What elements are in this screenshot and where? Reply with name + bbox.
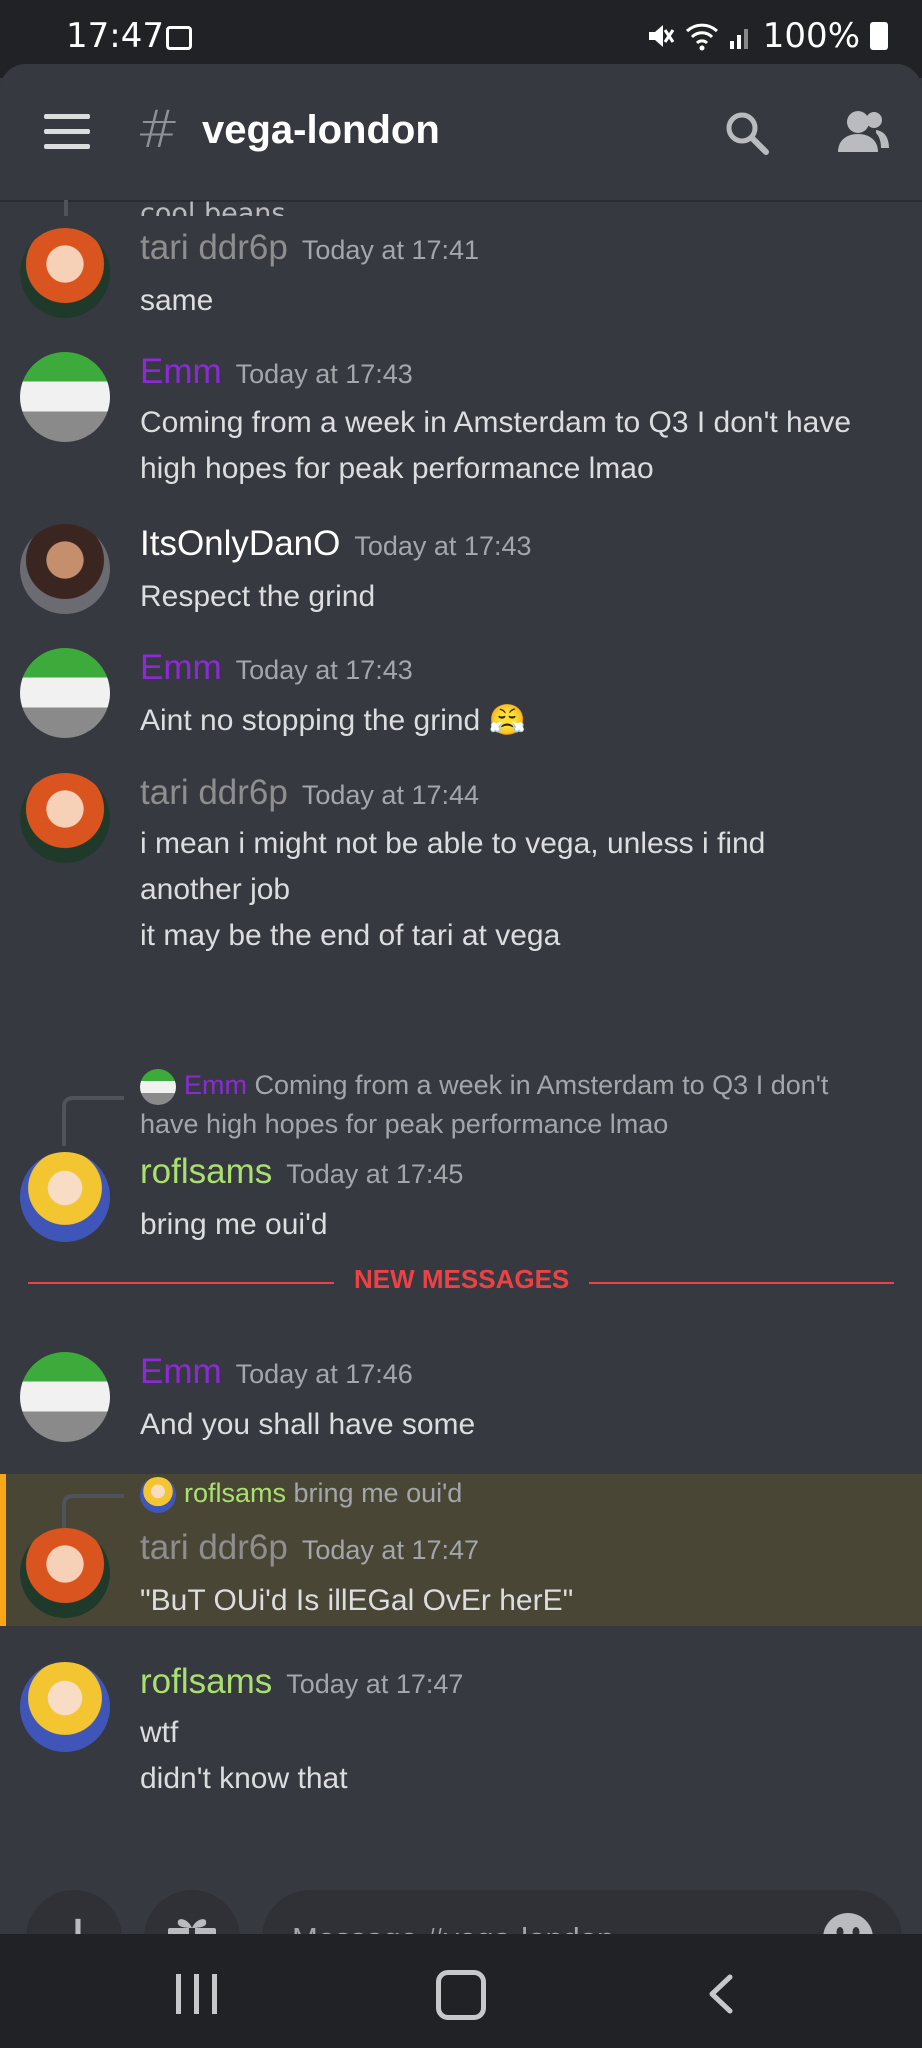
battery-percent: 100% <box>762 16 860 56</box>
message-text: wtf didn't know that <box>140 1716 348 1795</box>
home-icon[interactable] <box>436 1970 486 2020</box>
mute-icon <box>648 25 675 47</box>
author-name[interactable]: tari ddr6p <box>140 773 288 812</box>
message-text: Coming from a week in Amsterdam to Q3 I … <box>140 406 852 485</box>
timestamp: Today at 17:41 <box>301 235 480 265</box>
message-composer: + <box>0 1870 922 1934</box>
channel-title: vega-london <box>202 108 440 152</box>
image-icon <box>166 26 192 50</box>
message-text: i mean i might not be able to vega, unle… <box>140 827 766 952</box>
members-icon[interactable] <box>836 108 890 156</box>
status-icons: 100% <box>645 16 888 56</box>
avatar[interactable] <box>20 1152 110 1242</box>
signal-icon <box>729 29 748 49</box>
avatar[interactable] <box>20 1662 110 1752</box>
timestamp: Today at 17:46 <box>235 1359 413 1389</box>
message-input-box[interactable] <box>262 1890 902 1934</box>
message-text: Aint no stopping the grind 😤 <box>140 704 526 737</box>
back-icon[interactable] <box>706 1974 736 2014</box>
battery-icon <box>870 22 888 50</box>
message-text: Respect the grind <box>140 580 376 613</box>
author-name[interactable]: ItsOnlyDanO <box>140 524 340 563</box>
author-name[interactable]: Emm <box>140 352 222 391</box>
menu-icon[interactable] <box>44 114 90 150</box>
author-name[interactable]: tari ddr6p <box>140 1528 288 1567</box>
recent-apps-icon[interactable] <box>176 1974 220 2014</box>
reply-text: bring me oui'd <box>293 1478 463 1508</box>
previous-message-fragment: cool beans <box>140 200 286 216</box>
timestamp: Today at 17:45 <box>286 1159 464 1189</box>
avatar[interactable] <box>20 524 110 614</box>
message-text: same <box>140 284 214 317</box>
timestamp: Today at 17:47 <box>301 1535 480 1565</box>
hash-icon: # <box>136 100 180 160</box>
author-name[interactable]: Emm <box>140 1352 222 1391</box>
avatar[interactable] <box>20 1352 110 1442</box>
avatar[interactable] <box>20 648 110 738</box>
message-text: And you shall have some <box>140 1408 476 1441</box>
search-icon[interactable] <box>724 110 770 156</box>
message-input[interactable] <box>290 1912 794 1934</box>
reply-text-cont: have high hopes for peak performance lma… <box>140 1108 669 1139</box>
author-name[interactable]: roflsams <box>140 1662 272 1701</box>
reply-connector <box>62 1096 124 1146</box>
message-text: "BuT OUi'd Is illEGal OvEr herE" <box>140 1584 574 1617</box>
reply-preview[interactable]: roflsams bring me oui'd <box>140 1474 900 1513</box>
reply-author: roflsams <box>184 1478 287 1508</box>
timestamp: Today at 17:43 <box>235 359 413 389</box>
thread-connector <box>64 200 68 216</box>
system-nav-bar <box>0 1934 922 2048</box>
message-text: bring me oui'd <box>140 1208 328 1241</box>
new-messages-label: NEW MESSAGES <box>334 1264 590 1295</box>
plus-icon: + <box>52 1894 104 1934</box>
add-attachment-button[interactable]: + <box>26 1890 122 1934</box>
wifi-icon <box>685 23 718 51</box>
avatar[interactable] <box>20 773 110 863</box>
reply-preview[interactable]: Emm Coming from a week in Amsterdam to Q… <box>140 1066 900 1143</box>
reply-author: Emm <box>184 1070 247 1100</box>
author-name[interactable]: roflsams <box>140 1152 272 1191</box>
reply-avatar <box>140 1068 176 1105</box>
author-name[interactable]: tari ddr6p <box>140 228 288 267</box>
message-list[interactable]: cool beans tari ddr6p Today at 17:41 same… <box>0 200 922 1870</box>
timestamp: Today at 17:43 <box>235 655 413 685</box>
reply-connector <box>62 1494 124 1528</box>
emoji-icon[interactable] <box>822 1912 874 1934</box>
reply-avatar <box>140 1476 176 1513</box>
avatar[interactable] <box>20 228 110 318</box>
app-frame: # vega-london cool beans tari ddr6p Today… <box>0 64 922 1934</box>
timestamp: Today at 17:43 <box>354 531 532 561</box>
author-name[interactable]: Emm <box>140 648 222 687</box>
gift-icon <box>168 1919 216 1934</box>
channel-header: # vega-london <box>0 64 922 200</box>
status-time: 17:47 <box>66 16 164 56</box>
avatar[interactable] <box>20 352 110 442</box>
avatar[interactable] <box>20 1528 110 1618</box>
timestamp: Today at 17:44 <box>301 780 480 810</box>
gift-button[interactable] <box>144 1890 240 1934</box>
reply-text: Coming from a week in Amsterdam to Q3 I … <box>254 1070 829 1100</box>
timestamp: Today at 17:47 <box>286 1669 464 1699</box>
